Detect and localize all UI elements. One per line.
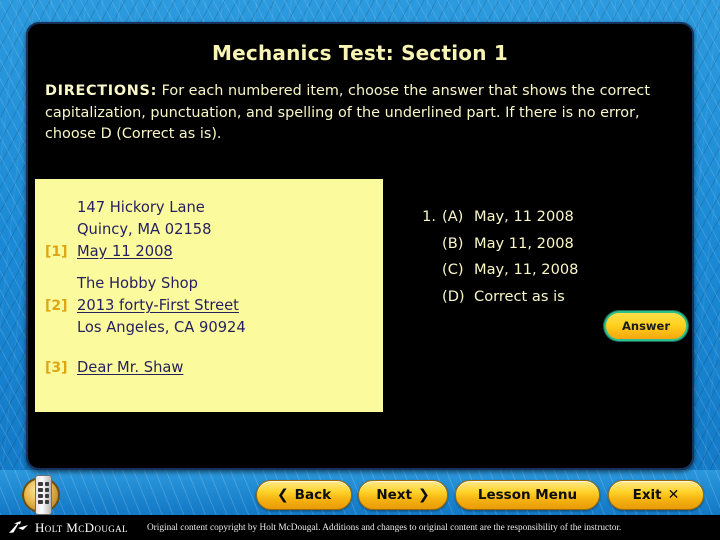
back-button[interactable]: ❮ Back — [256, 480, 352, 510]
lesson-menu-button-label: Lesson Menu — [477, 487, 578, 503]
answer-button-label: Answer — [621, 319, 671, 333]
choice-text: May 11, 2008 — [474, 234, 574, 252]
letter-line-text: The Hobby Shop — [77, 275, 198, 292]
question-number-spacer — [418, 231, 442, 258]
letter-line-text: Los Angeles, CA 90924 — [77, 319, 246, 336]
choice-letter: (C) — [442, 261, 464, 278]
answer-choice-b[interactable]: (B) May 11, 2008 — [418, 231, 578, 258]
item-tag-2: [2] — [45, 298, 68, 314]
directions-label: DIRECTIONS: — [45, 83, 158, 99]
answer-choice-a[interactable]: 1. (A) May, 11 2008 — [418, 204, 578, 231]
letter-line: [3] Dear Mr. Shaw — [35, 357, 383, 379]
answer-button[interactable]: Answer — [604, 311, 688, 341]
letter-line: Quincy, MA 02158 — [35, 219, 383, 241]
navigation-bar: ❮ Back Next ❯ Lesson Menu Exit ✕ — [0, 480, 720, 512]
exit-button[interactable]: Exit ✕ — [608, 480, 704, 510]
letter-block-inside-address: The Hobby Shop [2] 2013 forty-First Stre… — [35, 273, 383, 339]
question-number: 1. — [422, 208, 436, 225]
answer-choices-list: 1. (A) May, 11 2008 (B) May 11, 2008 (C)… — [418, 204, 578, 310]
remote-key — [44, 494, 49, 498]
letter-block-address: 147 Hickory Lane Quincy, MA 02158 [1] Ma… — [35, 197, 383, 263]
question-number-spacer — [418, 284, 442, 311]
chevron-left-icon: ❮ — [276, 487, 289, 503]
back-button-label: Back — [294, 487, 332, 503]
remote-key — [44, 488, 49, 492]
brand-name: Holt McDougal — [35, 519, 128, 535]
choice-letter: (D) — [442, 287, 465, 305]
copyright-text: Original content copyright by Holt McDou… — [146, 522, 622, 533]
remote-control-icon — [35, 475, 52, 515]
remote-key — [38, 494, 43, 498]
letter-line: Los Angeles, CA 90924 — [35, 317, 383, 339]
lesson-menu-button[interactable]: Lesson Menu — [455, 480, 600, 510]
choice-letter: (B) — [442, 234, 464, 252]
choice-text: May, 11, 2008 — [474, 261, 579, 278]
remote-control-badge[interactable] — [22, 475, 64, 515]
letter-line-text: 147 Hickory Lane — [77, 199, 205, 216]
choice-letter: (A) — [442, 208, 464, 225]
chevron-right-icon: ❯ — [417, 487, 430, 503]
letter-line: 147 Hickory Lane — [35, 197, 383, 219]
underlined-item-3: Dear Mr. Shaw — [77, 359, 184, 376]
next-button-label: Next — [376, 487, 412, 503]
letter-block-salutation: [3] Dear Mr. Shaw — [35, 357, 383, 379]
letter-line-text: Quincy, MA 02158 — [77, 221, 212, 238]
slide-panel: Mechanics Test: Section 1 DIRECTIONS: Fo… — [26, 22, 694, 470]
remote-key — [44, 500, 49, 504]
underlined-item-1: May 11 2008 — [77, 243, 173, 260]
remote-key — [44, 482, 49, 486]
directions-text: DIRECTIONS: For each numbered item, choo… — [28, 65, 692, 146]
letter-line: [2] 2013 forty-First Street — [35, 295, 383, 317]
choice-text: May, 11 2008 — [474, 208, 574, 225]
item-tag-1: [1] — [45, 244, 68, 260]
footer-bar: Holt McDougal Original content copyright… — [0, 515, 720, 540]
remote-key — [38, 500, 43, 504]
close-x-icon: ✕ — [667, 487, 680, 503]
item-tag-3: [3] — [45, 360, 68, 376]
exit-button-label: Exit — [632, 487, 662, 503]
letter-line: The Hobby Shop — [35, 273, 383, 295]
answer-choice-c[interactable]: (C) May, 11, 2008 — [418, 257, 578, 284]
question-number-spacer — [418, 257, 442, 284]
remote-key — [38, 488, 43, 492]
letter-content-box: 147 Hickory Lane Quincy, MA 02158 [1] Ma… — [35, 179, 383, 412]
choice-text: Correct as is — [474, 287, 565, 305]
page-title: Mechanics Test: Section 1 — [212, 41, 508, 65]
remote-key — [38, 482, 43, 486]
underlined-item-2: 2013 forty-First Street — [77, 297, 239, 314]
next-button[interactable]: Next ❯ — [358, 480, 448, 510]
bird-logo-icon — [9, 520, 28, 533]
letter-line: [1] May 11 2008 — [35, 241, 383, 263]
answer-choice-d[interactable]: (D) Correct as is — [418, 284, 578, 311]
